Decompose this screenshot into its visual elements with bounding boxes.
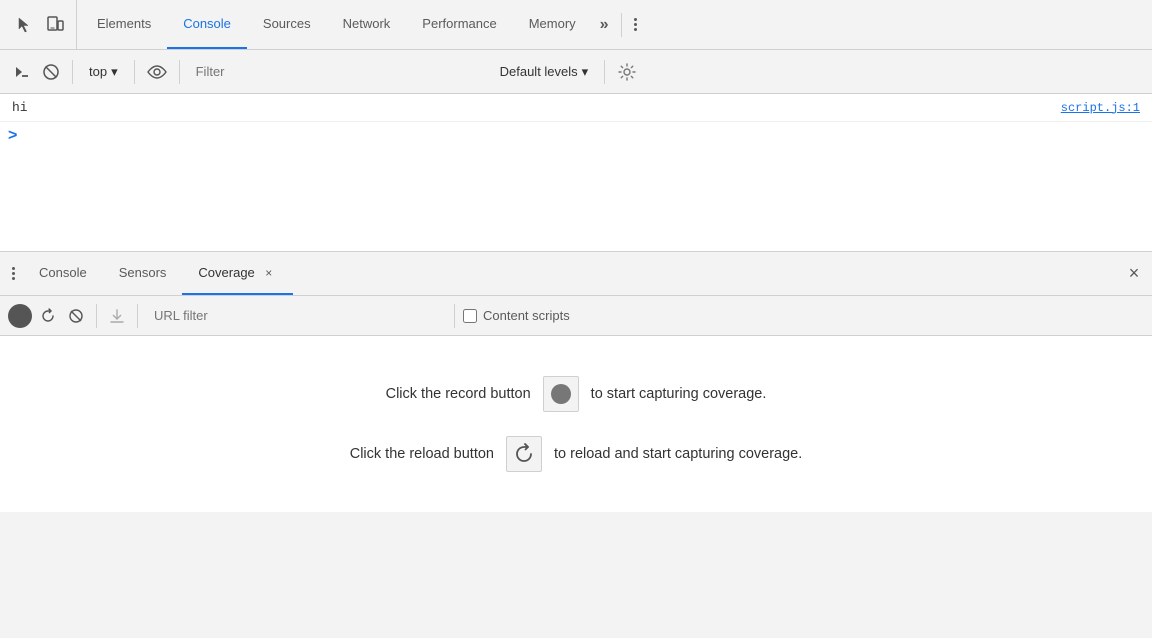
reload-coverage-button[interactable]: [36, 304, 60, 328]
coverage-toolbar: Content scripts: [0, 296, 1152, 336]
drawer-tab-sensors[interactable]: Sensors: [103, 252, 183, 295]
console-toolbar: top ▾ Default levels ▾: [0, 50, 1152, 94]
devtools-icons: [4, 0, 77, 49]
coverage-hint-reload: Click the reload button to reload and st…: [350, 436, 803, 472]
toolbar-divider-2: [134, 60, 135, 84]
filter-input[interactable]: [188, 60, 488, 83]
bottom-drawer: Console Sensors Coverage × ×: [0, 252, 1152, 512]
console-input-row: >: [0, 122, 1152, 150]
url-filter-input[interactable]: [146, 304, 446, 327]
coverage-empty-state: Click the record button to start capturi…: [0, 336, 1152, 512]
tab-memory[interactable]: Memory: [513, 0, 592, 49]
inline-record-button: [543, 376, 579, 412]
console-prompt-input[interactable]: [21, 129, 1144, 144]
drawer-menu-icon: [12, 267, 15, 280]
console-prompt-icon[interactable]: [8, 59, 34, 85]
coverage-toolbar-divider-3: [454, 304, 455, 328]
more-options-button[interactable]: [630, 14, 641, 35]
console-source-link[interactable]: script.js:1: [1061, 101, 1140, 115]
tabs-overflow-button[interactable]: »: [592, 0, 617, 49]
drawer-tab-console[interactable]: Console: [23, 252, 103, 295]
console-output: hi script.js:1 >: [0, 94, 1152, 252]
record-coverage-button[interactable]: [8, 304, 32, 328]
live-expressions-button[interactable]: [143, 58, 171, 86]
tab-sources[interactable]: Sources: [247, 0, 327, 49]
console-caret: >: [8, 127, 17, 145]
drawer-tabbar: Console Sensors Coverage × ×: [0, 252, 1152, 296]
content-scripts-checkbox[interactable]: [463, 309, 477, 323]
inline-reload-button: [506, 436, 542, 472]
console-log-text: hi: [12, 100, 28, 115]
close-coverage-tab-button[interactable]: ×: [261, 265, 277, 281]
toolbar-divider-1: [72, 60, 73, 84]
inline-record-icon: [551, 384, 571, 404]
record-icon: [13, 309, 27, 323]
toolbar-divider-3: [179, 60, 180, 84]
tab-performance[interactable]: Performance: [406, 0, 512, 49]
coverage-hint-record: Click the record button to start capturi…: [386, 376, 767, 412]
clear-coverage-button[interactable]: [64, 304, 88, 328]
tab-elements[interactable]: Elements: [81, 0, 167, 49]
top-tabbar: Elements Console Sources Network Perform…: [0, 0, 1152, 50]
toolbar-divider-4: [604, 60, 605, 84]
coverage-toolbar-divider-2: [137, 304, 138, 328]
cursor-icon[interactable]: [12, 12, 38, 38]
download-coverage-button[interactable]: [105, 304, 129, 328]
tab-network[interactable]: Network: [327, 0, 407, 49]
more-options-icon: [634, 18, 637, 31]
coverage-toolbar-divider-1: [96, 304, 97, 328]
log-levels-button[interactable]: Default levels ▾: [492, 60, 597, 84]
console-log-row-hi: hi script.js:1: [0, 94, 1152, 122]
drawer-tab-coverage[interactable]: Coverage ×: [182, 252, 292, 295]
divider: [621, 13, 622, 37]
tab-console[interactable]: Console: [167, 0, 247, 49]
drawer-menu-button[interactable]: [4, 252, 23, 295]
context-selector[interactable]: top ▾: [81, 60, 126, 84]
close-drawer-button[interactable]: ×: [1120, 260, 1148, 288]
settings-button[interactable]: [613, 58, 641, 86]
device-icon[interactable]: [42, 12, 68, 38]
content-scripts-label[interactable]: Content scripts: [463, 308, 570, 323]
clear-console-button[interactable]: [38, 59, 64, 85]
inline-reload-icon: [513, 443, 535, 465]
